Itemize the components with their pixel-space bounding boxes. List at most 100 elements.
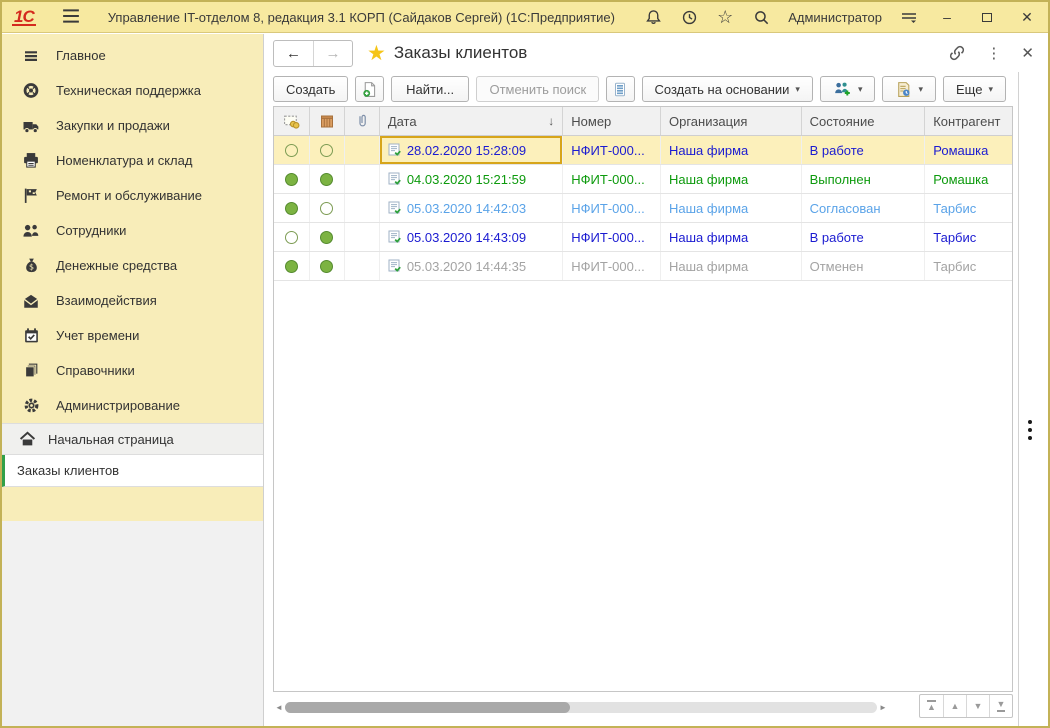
more-menu-dots-icon[interactable]: ⋮ — [986, 44, 1001, 62]
form-header: ← → ★ Заказы клиентов ⋮ ✕ — [265, 34, 1048, 72]
app-window: 1С Управление IT-отделом 8, редакция 3.1… — [0, 0, 1050, 728]
sidebar-sections: Главное Техническая поддержка Закупки и … — [2, 34, 263, 423]
scrollbar-track[interactable] — [285, 702, 877, 713]
sidebar-item-tech-support[interactable]: Техническая поддержка — [2, 73, 263, 108]
scroll-right-icon[interactable]: ► — [877, 703, 889, 712]
panel-splitter-handle[interactable] — [1028, 420, 1032, 440]
previous-row-button[interactable]: ▲ — [943, 695, 966, 717]
sidebar-empty-area — [2, 521, 263, 726]
scrollbar-thumb[interactable] — [285, 702, 570, 713]
money-bag-icon: $ — [20, 257, 42, 274]
column-organization[interactable]: Организация — [661, 107, 802, 135]
history-nav-group: ← → — [273, 40, 353, 67]
go-to-first-row-button[interactable]: ▲ — [920, 695, 943, 717]
posted-document-icon — [388, 172, 402, 186]
add-client-button[interactable]: ▾ — [820, 76, 876, 102]
create-button[interactable]: Создать — [273, 76, 348, 102]
search-icon[interactable] — [752, 8, 770, 26]
favorites-star-icon[interactable]: ☆ — [716, 8, 734, 26]
current-user-label[interactable]: Администратор — [788, 10, 882, 25]
find-button[interactable]: Найти... — [391, 76, 470, 102]
table-row[interactable]: 04.03.2020 15:21:59 НФИТ-000... Наша фир… — [274, 165, 1012, 194]
sidebar-item-repair-service[interactable]: Ремонт и обслуживание — [2, 178, 263, 213]
chevron-down-icon: ▾ — [858, 84, 863, 95]
sort-descending-icon: ↓ — [548, 114, 554, 128]
add-client-icon — [833, 81, 852, 97]
sidebar-item-employees[interactable]: Сотрудники — [2, 213, 263, 248]
home-icon — [16, 431, 38, 447]
column-date[interactable]: Дата ↓ — [380, 107, 563, 135]
sidebar-item-catalogs[interactable]: Справочники — [2, 353, 263, 388]
maximize-button[interactable] — [976, 9, 998, 25]
posted-document-icon — [388, 259, 402, 273]
shipment-status-circle — [320, 144, 333, 157]
menu-icon — [20, 48, 42, 64]
shipment-status-circle — [320, 231, 333, 244]
payment-status-circle — [285, 173, 298, 186]
posted-document-icon — [388, 230, 402, 244]
status-badge: Согласован — [802, 194, 926, 222]
column-state[interactable]: Состояние — [802, 107, 926, 135]
create-based-on-button[interactable]: Создать на основании ▾ — [642, 76, 813, 102]
cancel-search-button[interactable]: Отменить поиск — [476, 76, 599, 102]
shipment-status-circle — [320, 260, 333, 273]
copy-document-button[interactable] — [355, 76, 383, 102]
column-number[interactable]: Номер — [563, 107, 661, 135]
calendar-check-icon — [20, 327, 42, 344]
column-contractor[interactable]: Контрагент — [925, 107, 1012, 135]
column-payment-status[interactable] — [274, 107, 310, 135]
forward-button[interactable]: → — [313, 41, 352, 66]
sidebar-item-purchases-sales[interactable]: Закупки и продажи — [2, 108, 263, 143]
copy-document-icon — [361, 81, 378, 98]
next-row-button[interactable]: ▼ — [966, 695, 989, 717]
sidebar-item-administration[interactable]: Администрирование — [2, 388, 263, 423]
sidebar-item-stock[interactable]: Номенклатура и склад — [2, 143, 263, 178]
more-button[interactable]: Еще ▾ — [943, 76, 1006, 102]
sidebar-item-interactions[interactable]: Взаимодействия — [2, 283, 263, 318]
favorite-star-icon[interactable]: ★ — [367, 41, 386, 66]
row-navigation-group: ▲ ▲ ▼ ▼ — [919, 694, 1013, 718]
service-menu-icon[interactable] — [900, 8, 918, 26]
column-attachments[interactable] — [345, 107, 380, 135]
main-menu-burger-icon[interactable] — [62, 9, 80, 26]
back-button[interactable]: ← — [274, 41, 313, 66]
shipment-status-icon — [319, 114, 335, 129]
sidebar-item-money[interactable]: $ Денежные средства — [2, 248, 263, 283]
minimize-button[interactable]: – — [936, 9, 958, 25]
main-area: ← → ★ Заказы клиентов ⋮ ✕ Создать Найти.… — [265, 34, 1048, 726]
form-header-actions: ⋮ ✕ — [948, 44, 1048, 62]
table-row[interactable]: 28.02.2020 15:28:09 НФИТ-000... Наша фир… — [274, 136, 1012, 165]
attachment-paperclip-icon — [356, 113, 368, 129]
gear-icon — [20, 397, 42, 414]
books-icon — [20, 362, 42, 379]
scroll-left-icon[interactable]: ◄ — [273, 703, 285, 712]
chevron-down-icon: ▾ — [795, 84, 800, 95]
close-window-button[interactable]: ✕ — [1016, 9, 1038, 26]
status-badge: В работе — [802, 136, 926, 164]
sidebar: Главное Техническая поддержка Закупки и … — [2, 34, 264, 726]
list-report-icon — [612, 81, 628, 98]
status-badge: В работе — [802, 223, 926, 251]
payment-status-icon — [283, 114, 300, 129]
get-link-icon[interactable] — [948, 44, 966, 62]
horizontal-scrollbar: ◄ ► — [273, 698, 889, 716]
go-to-last-row-button[interactable]: ▼ — [989, 695, 1012, 717]
document-clock-icon — [895, 81, 912, 98]
chevron-down-icon: ▾ — [988, 84, 993, 95]
list-toolbar: Создать Найти... Отменить поиск Создать … — [265, 72, 1018, 106]
notifications-bell-icon[interactable] — [644, 8, 662, 26]
posted-document-icon — [388, 201, 402, 215]
history-clock-icon[interactable] — [680, 8, 698, 26]
output-list-button[interactable] — [606, 76, 634, 102]
sidebar-item-home-page[interactable]: Начальная страница — [2, 423, 263, 455]
table-row[interactable]: 05.03.2020 14:42:03 НФИТ-000... Наша фир… — [274, 194, 1012, 223]
sidebar-item-time-tracking[interactable]: Учет времени — [2, 318, 263, 353]
table-row[interactable]: 05.03.2020 14:43:09 НФИТ-000... Наша фир… — [274, 223, 1012, 252]
document-schedule-button[interactable]: ▾ — [882, 76, 936, 102]
close-form-button[interactable]: ✕ — [1021, 44, 1034, 62]
table-row[interactable]: 05.03.2020 14:44:35 НФИТ-000... Наша фир… — [274, 252, 1012, 281]
1c-logo-icon: 1С — [12, 9, 36, 26]
column-shipment-status[interactable] — [310, 107, 345, 135]
open-tab-customer-orders[interactable]: Заказы клиентов — [2, 455, 263, 487]
sidebar-item-main[interactable]: Главное — [2, 38, 263, 73]
